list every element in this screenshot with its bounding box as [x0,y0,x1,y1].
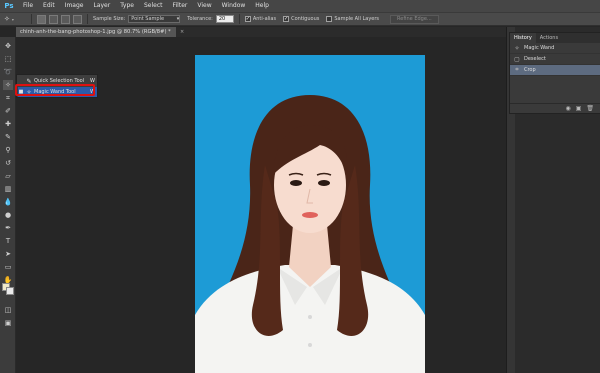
pen-tool-icon[interactable]: ✒ [3,223,13,233]
tool-preset-picker[interactable]: ✧ ▾ [4,14,26,24]
menu-select[interactable]: Select [139,0,168,12]
quick-mask-icon[interactable]: ◫ [3,305,13,315]
anti-alias-checkbox[interactable]: ✓ [244,16,251,22]
panel-tabs: History Actions [510,33,600,43]
crop-icon: ⌗ [515,66,519,73]
history-panel: History Actions ✧ Magic Wand ▢ Deselect … [509,32,600,114]
sample-all-layers-checkbox[interactable] [326,16,333,22]
crop-tool-icon[interactable]: ⌗ [3,93,13,103]
tab-actions[interactable]: Actions [536,33,562,43]
screen-mode-icon[interactable]: ▣ [3,318,13,328]
history-item[interactable]: ▢ Deselect [510,54,600,65]
divider [238,14,240,24]
divider [31,14,32,24]
sample-all-layers-option[interactable]: Sample All Layers [326,16,379,22]
divider [87,14,88,24]
rectangle-tool-icon[interactable]: ▭ [3,262,13,272]
menu-filter[interactable]: Filter [168,0,193,12]
sample-size-label: Sample Size: [93,16,126,22]
close-icon[interactable]: × [180,29,184,35]
menu-window[interactable]: Window [217,0,251,12]
photoshop-logo: Ps [4,2,14,10]
healing-brush-tool-icon[interactable]: ✚ [3,119,13,129]
menu-layer[interactable]: Layer [88,0,115,12]
add-to-selection-button[interactable] [49,14,58,24]
chevron-down-icon: ▾ [176,16,180,22]
magic-wand-icon: ✧ [4,15,10,23]
history-item-label: Deselect [524,56,546,62]
new-document-icon[interactable]: ▣ [576,105,582,112]
menu-type[interactable]: Type [115,0,139,12]
menu-help[interactable]: Help [250,0,274,12]
new-snapshot-icon[interactable]: ◉ [565,105,570,112]
document-tab-bar: chinh-anh-the-bang-photoshop-1.jpg @ 80.… [16,27,506,37]
document-tab[interactable]: chinh-anh-the-bang-photoshop-1.jpg @ 80.… [16,27,176,37]
gradient-tool-icon[interactable]: ▥ [3,184,13,194]
portrait-photo[interactable] [195,55,425,373]
background-color-swatch[interactable] [6,287,14,295]
contiguous-label: Contiguous [291,16,320,22]
menu-edit[interactable]: Edit [38,0,60,12]
tab-history[interactable]: History [510,33,536,43]
sample-size-value: Point Sample [131,16,165,22]
blur-tool-icon[interactable]: 💧 [3,197,13,207]
eraser-tool-icon[interactable]: ▱ [3,171,13,181]
lasso-tool-icon[interactable]: ➰ [3,67,13,77]
clone-stamp-tool-icon[interactable]: ⚲ [3,145,13,155]
eyedropper-tool-icon[interactable]: ✐ [3,106,13,116]
path-selection-tool-icon[interactable]: ➤ [3,249,13,259]
dodge-tool-icon[interactable]: ● [3,210,13,220]
type-tool-icon[interactable]: T [3,236,13,246]
new-selection-button[interactable] [37,14,46,24]
sample-all-layers-label: Sample All Layers [334,16,380,22]
magic-wand-icon: ✧ [514,44,520,52]
deselect-icon: ▢ [514,55,520,63]
history-item[interactable]: ⌗ Crop [510,65,600,76]
options-bar: ✧ ▾ Sample Size: Point Sample ▾ Toleranc… [0,12,600,26]
history-item-label: Magic Wand [524,45,555,51]
menu-view[interactable]: View [192,0,216,12]
menu-image[interactable]: Image [60,0,89,12]
sample-size-select[interactable]: Point Sample ▾ [128,15,181,23]
right-dock: History Actions ✧ Magic Wand ▢ Deselect … [506,27,600,373]
subtract-from-selection-button[interactable] [61,14,70,24]
highlight-annotation-box [15,84,95,96]
history-brush-tool-icon[interactable]: ↺ [3,158,13,168]
menu-bar: Ps File Edit Image Layer Type Select Fil… [0,0,600,12]
tolerance-label: Tolerance: [187,16,213,22]
magic-wand-tool-icon[interactable]: ✧ [3,80,13,90]
intersect-selection-button[interactable] [73,14,82,24]
tolerance-input[interactable]: 20 [215,15,234,23]
brush-tool-icon[interactable]: ✎ [3,132,13,142]
chevron-down-icon: ▾ [11,16,14,22]
move-tool-icon[interactable]: ✥ [3,41,13,51]
marquee-tool-icon[interactable]: ⬚ [3,54,13,64]
contiguous-checkbox[interactable]: ✓ [283,16,290,22]
anti-alias-label: Anti-alias [252,16,277,22]
portrait-image [195,55,425,373]
toolbox: ✥ ⬚ ➰ ✧ ⌗ ✐ ✚ ✎ ⚲ ↺ ▱ ▥ 💧 ● ✒ T ➤ ▭ ✋ ◫ … [0,37,16,373]
history-item-label: Crop [524,67,536,73]
history-item[interactable]: ✧ Magic Wand [510,43,600,54]
menu-file[interactable]: File [18,0,38,12]
contiguous-option[interactable]: ✓ Contiguous [283,16,319,22]
refine-edge-button[interactable]: Refine Edge... [390,14,439,24]
anti-alias-option[interactable]: ✓ Anti-alias [244,16,277,22]
history-panel-footer: ◉ ▣ 🗑 [510,103,600,113]
trash-icon[interactable]: 🗑 [586,105,594,112]
